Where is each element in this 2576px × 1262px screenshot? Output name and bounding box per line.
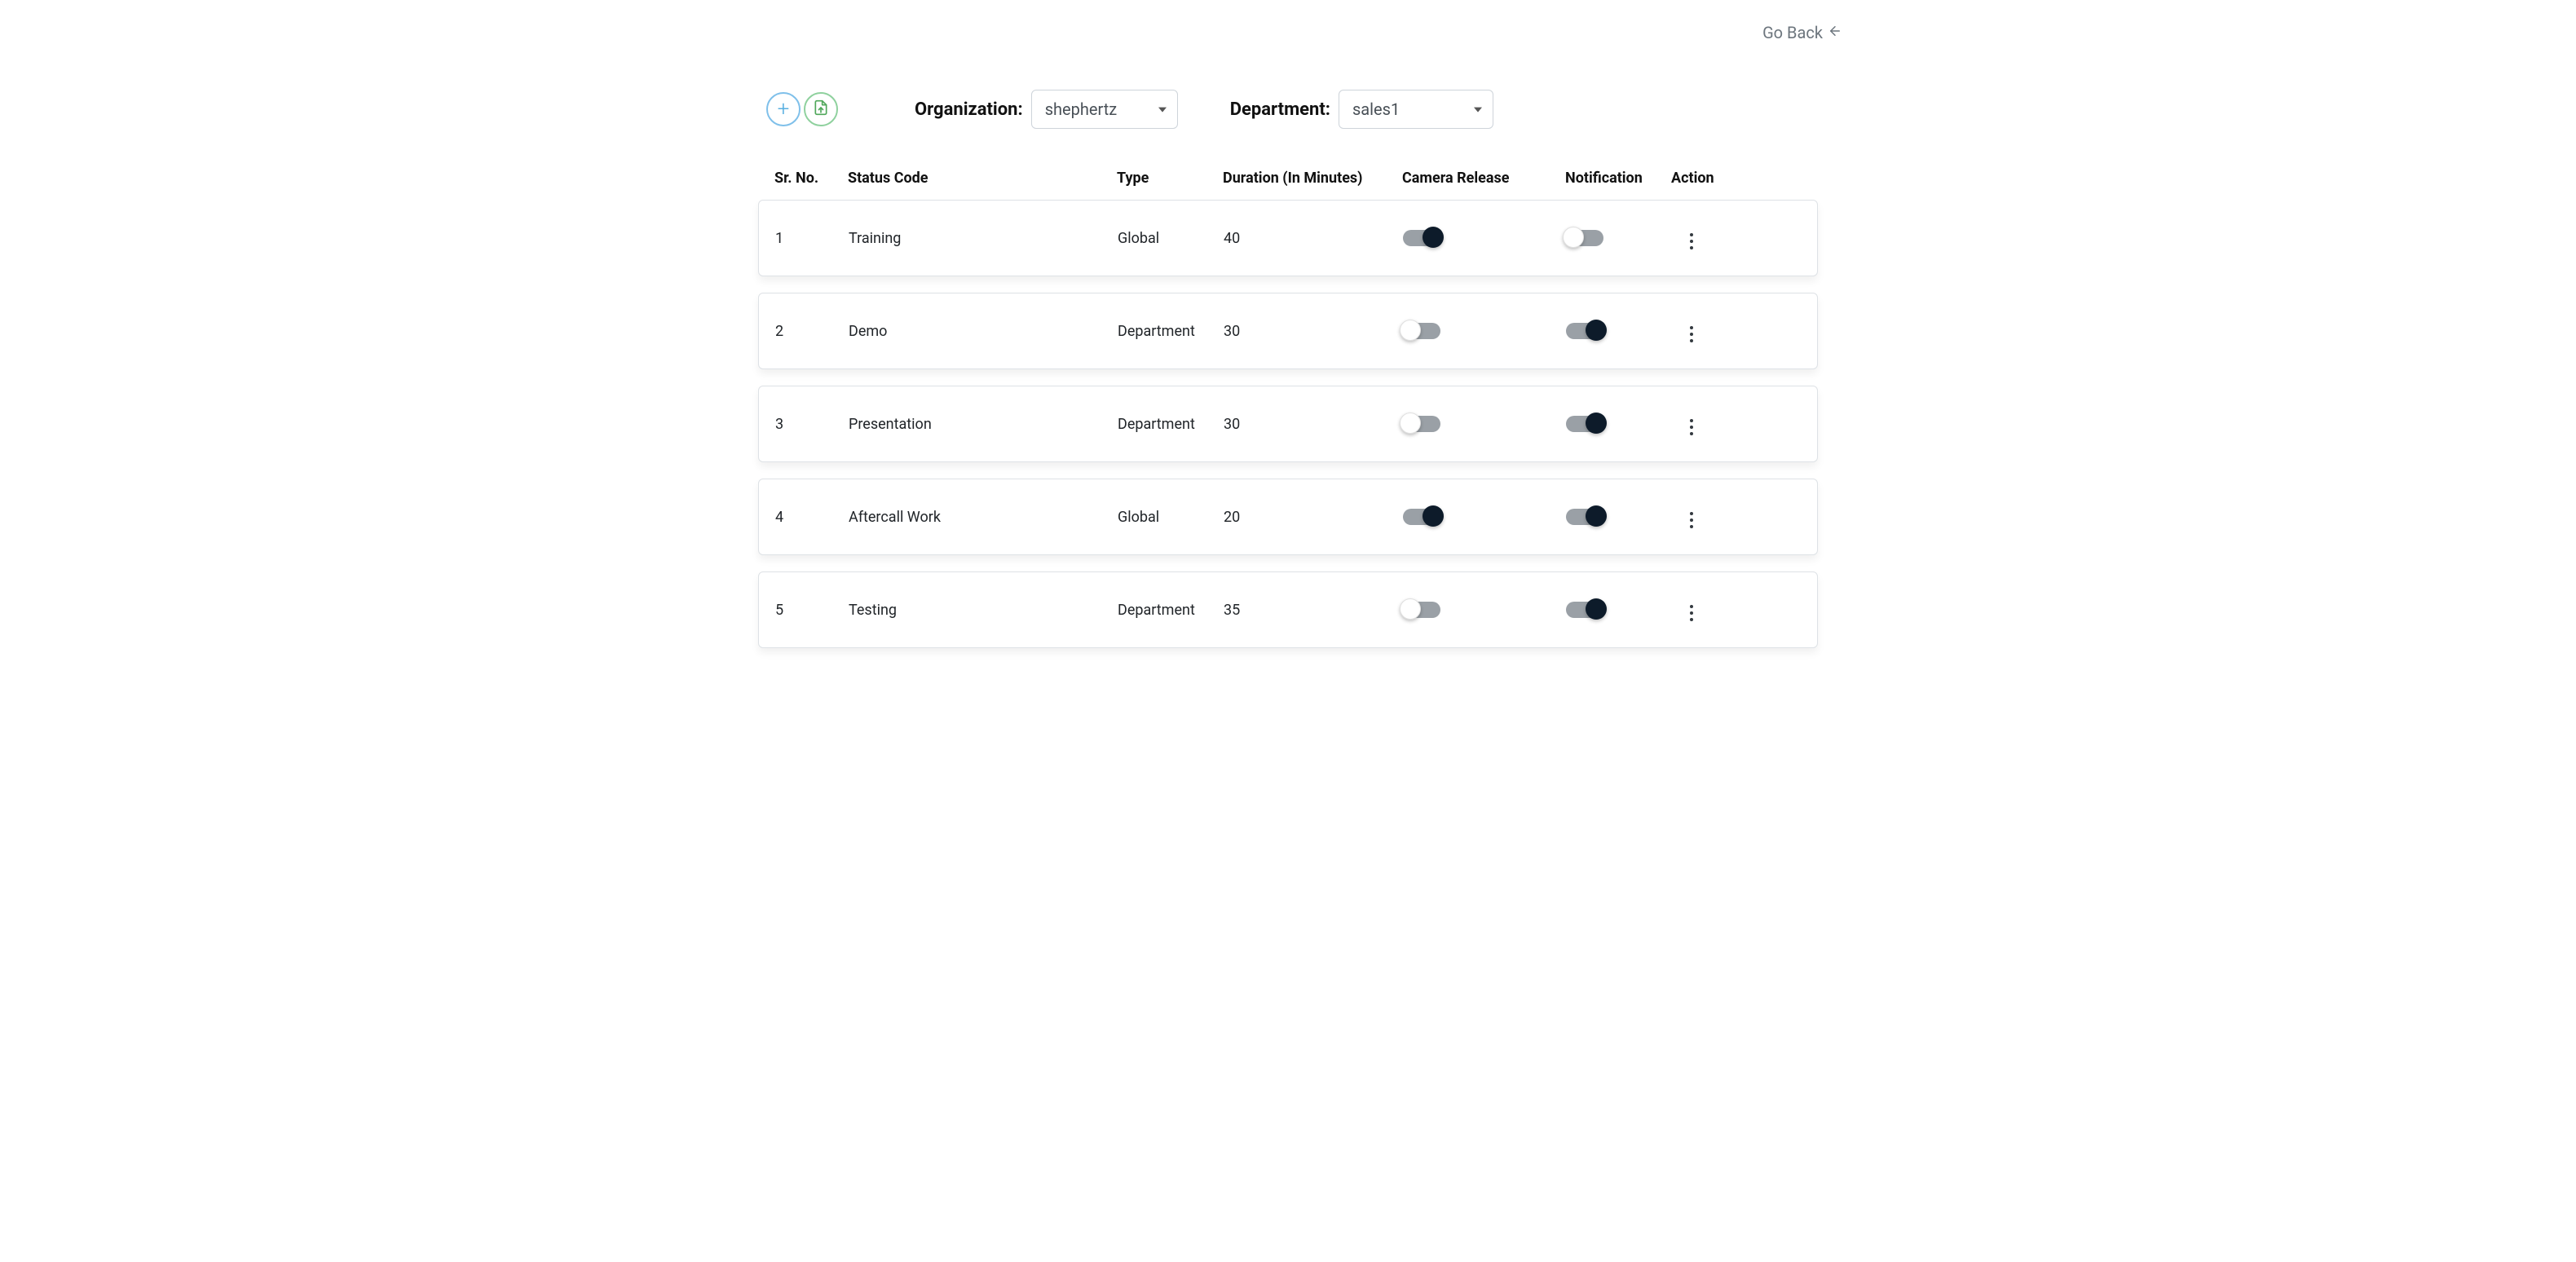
cell-notification (1566, 416, 1672, 432)
notification-toggle[interactable] (1566, 416, 1603, 432)
cell-status-code: Aftercall Work (849, 509, 1118, 526)
cell-camera-release (1403, 602, 1566, 618)
cell-type: Global (1118, 509, 1224, 526)
cell-camera-release (1403, 323, 1566, 339)
notification-toggle[interactable] (1566, 509, 1603, 525)
cell-status-code: Training (849, 230, 1118, 247)
cell-type: Department (1118, 602, 1224, 619)
action-menu-button[interactable] (1682, 323, 1701, 346)
table-row: 4Aftercall WorkGlobal20 (758, 479, 1818, 555)
plus-icon: + (778, 99, 790, 120)
action-menu-button[interactable] (1682, 509, 1701, 532)
cell-type: Department (1118, 416, 1224, 433)
col-camera-release: Camera Release (1402, 170, 1565, 187)
cell-type: Global (1118, 230, 1224, 247)
notification-toggle[interactable] (1566, 323, 1603, 339)
col-type: Type (1117, 170, 1223, 187)
go-back-label: Go Back (1762, 23, 1823, 42)
camera-release-toggle[interactable] (1403, 416, 1440, 432)
cell-notification (1566, 230, 1672, 246)
camera-release-toggle[interactable] (1403, 509, 1440, 525)
camera-release-toggle[interactable] (1403, 602, 1440, 618)
cell-status-code: Demo (849, 323, 1118, 340)
table-row: 3PresentationDepartment30 (758, 386, 1818, 462)
cell-action (1672, 595, 1745, 624)
col-duration: Duration (In Minutes) (1223, 170, 1402, 187)
cell-camera-release (1403, 416, 1566, 432)
camera-release-toggle[interactable] (1403, 323, 1440, 339)
cell-duration: 30 (1224, 323, 1403, 340)
cell-sr-no: 3 (775, 416, 849, 433)
cell-sr-no: 4 (775, 509, 849, 526)
cell-camera-release (1403, 230, 1566, 246)
department-label: Department: (1230, 99, 1330, 120)
arrow-left-icon (1828, 23, 1842, 42)
cell-action (1672, 316, 1745, 346)
go-back-link[interactable]: Go Back (1762, 23, 1842, 42)
action-menu-button[interactable] (1682, 416, 1701, 439)
file-export-icon (813, 99, 829, 119)
col-status-code: Status Code (848, 170, 1117, 187)
table-row: 5TestingDepartment35 (758, 571, 1818, 648)
organization-label: Organization: (915, 99, 1023, 120)
camera-release-toggle[interactable] (1403, 230, 1440, 246)
cell-camera-release (1403, 509, 1566, 525)
add-button[interactable]: + (766, 92, 801, 126)
cell-sr-no: 1 (775, 230, 849, 247)
cell-notification (1566, 602, 1672, 618)
cell-action (1672, 409, 1745, 439)
action-menu-button[interactable] (1682, 230, 1701, 253)
table-row: 2DemoDepartment30 (758, 293, 1818, 369)
action-menu-button[interactable] (1682, 602, 1701, 624)
notification-toggle[interactable] (1566, 230, 1603, 246)
department-select[interactable]: sales1 (1339, 90, 1493, 129)
cell-type: Department (1118, 323, 1224, 340)
cell-notification (1566, 509, 1672, 525)
cell-action (1672, 223, 1745, 253)
department-value: sales1 (1352, 99, 1400, 119)
organization-select[interactable]: shephertz (1031, 90, 1178, 129)
table-row: 1TrainingGlobal40 (758, 200, 1818, 276)
cell-duration: 35 (1224, 602, 1403, 619)
organization-value: shephertz (1045, 99, 1118, 119)
cell-duration: 40 (1224, 230, 1403, 247)
cell-duration: 20 (1224, 509, 1403, 526)
notification-toggle[interactable] (1566, 602, 1603, 618)
col-action: Action (1671, 170, 1745, 187)
col-notification: Notification (1565, 170, 1671, 187)
cell-sr-no: 2 (775, 323, 849, 340)
cell-status-code: Presentation (849, 416, 1118, 433)
cell-action (1672, 502, 1745, 532)
cell-notification (1566, 323, 1672, 339)
cell-duration: 30 (1224, 416, 1403, 433)
col-sr-no: Sr. No. (774, 170, 848, 187)
export-button[interactable] (804, 92, 838, 126)
cell-sr-no: 5 (775, 602, 849, 619)
cell-status-code: Testing (849, 602, 1118, 619)
